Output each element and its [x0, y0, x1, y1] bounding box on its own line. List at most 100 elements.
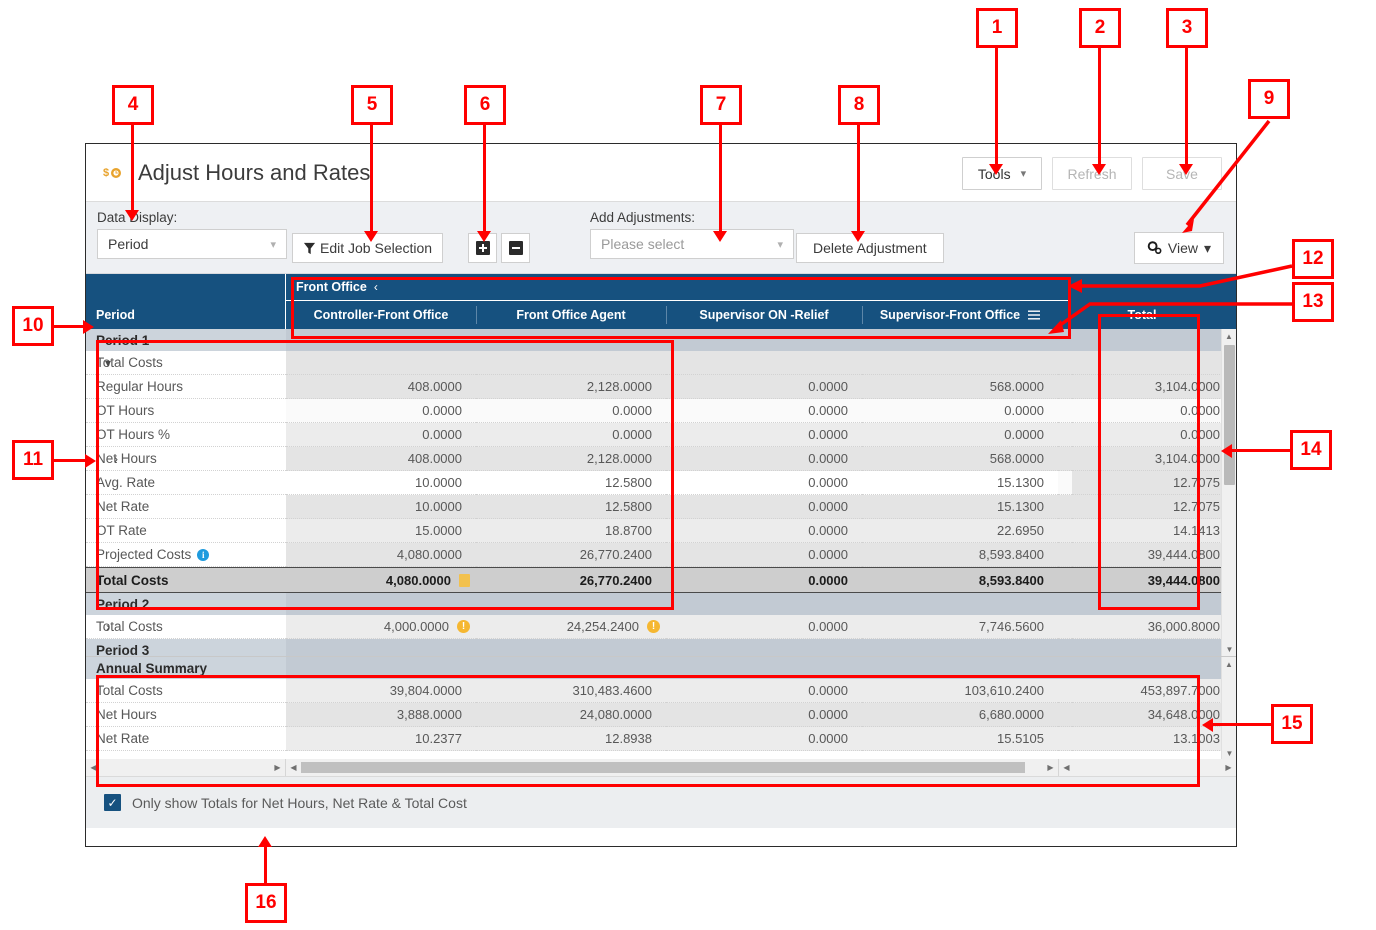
row-label: Net Hours	[96, 451, 157, 466]
section-blank-cell	[666, 329, 862, 351]
cell-value: 0.0000	[476, 399, 666, 423]
table-row[interactable]: Regular Hours 408.0000 2,128.0000 0.0000…	[86, 375, 1236, 399]
cell-value: 568.0000	[862, 375, 1058, 399]
cell-value: 22.6950	[862, 519, 1058, 543]
column-header-front-office-agent[interactable]: Front Office Agent	[476, 301, 666, 329]
scroll-right-icon[interactable]: ▶	[270, 763, 285, 772]
section-header-row[interactable]: Period 2	[86, 593, 1236, 615]
section-spacer-cell	[1058, 639, 1072, 656]
table-row[interactable]: Net Rate 10.2377 12.8938 0.0000 15.5105 …	[86, 727, 1236, 751]
cell-value: 24,254.2400 !	[476, 615, 666, 639]
column-header-supervisor-on-relief[interactable]: Supervisor ON -Relief	[666, 301, 862, 329]
edit-job-selection-label: Edit Job Selection	[320, 240, 433, 256]
table-row[interactable]: › Total Costs 4,000.0000 ! 24,254.2400 !…	[86, 615, 1236, 639]
summary-vertical-scrollbar[interactable]: ▲ ▼	[1221, 657, 1236, 759]
cell-value: 6,680.0000	[862, 703, 1058, 727]
scroll-right-icon[interactable]: ▶	[1221, 763, 1236, 772]
cell-value: 36,000.8000	[1072, 615, 1234, 639]
hscroll-left-pane[interactable]: ◀ ▶	[86, 759, 286, 776]
warning-icon[interactable]: !	[457, 620, 470, 633]
cell-spacer	[1058, 615, 1072, 639]
callout-2: 2	[1079, 8, 1121, 48]
cell-value: 0.0000	[286, 399, 476, 423]
callout-11-line	[54, 459, 87, 462]
cell-value	[476, 351, 666, 375]
scroll-down-icon[interactable]: ▼	[1222, 642, 1236, 656]
grid-vertical-scrollbar[interactable]: ▲ ▼	[1221, 329, 1236, 656]
scroll-left-icon[interactable]: ◀	[86, 763, 101, 772]
callout-3: 3	[1166, 8, 1208, 48]
chevron-right-icon[interactable]: ›	[110, 452, 122, 466]
section-spacer-cell	[1058, 593, 1072, 615]
column-header-supervisor-front-office[interactable]: Supervisor-Front Office	[862, 301, 1058, 329]
callout-14-arrowhead	[1221, 444, 1232, 458]
add-adjustments-placeholder: Please select	[601, 236, 685, 252]
section-blank-cell	[476, 329, 666, 351]
chevron-down-icon[interactable]: ▾	[102, 356, 114, 370]
delete-adjustment-button[interactable]: Delete Adjustment	[796, 233, 944, 263]
scroll-up-icon[interactable]: ▲	[1222, 657, 1236, 671]
section-label: Period 2	[86, 593, 286, 615]
hscroll-right-pane[interactable]: ◀ ▶	[1059, 759, 1236, 776]
table-row-total[interactable]: Total Costs 4,080.0000 26,770.2400 0.000…	[86, 567, 1236, 593]
cell-value: 8,593.8400	[862, 543, 1058, 567]
delete-adjustment-label: Delete Adjustment	[813, 240, 927, 256]
hscroll-center-pane[interactable]: ◀ ▶	[286, 759, 1059, 776]
cell-spacer	[1058, 727, 1072, 751]
annual-summary-pane: Annual Summary Total Costs 39,804.0000 3…	[86, 656, 1236, 759]
add-adjustments-select[interactable]: Please select ▾	[590, 229, 794, 259]
scroll-down-icon[interactable]: ▼	[1222, 746, 1236, 759]
row-label-cell: Net Rate	[86, 727, 286, 751]
column-header-controller-front-office[interactable]: Controller-Front Office	[286, 301, 476, 329]
table-row[interactable]: OT Hours % 0.0000 0.0000 0.0000 0.0000 0…	[86, 423, 1236, 447]
warning-icon[interactable]: !	[647, 620, 660, 633]
cell-value: 0.0000	[1072, 399, 1234, 423]
scroll-right-icon[interactable]: ▶	[1043, 763, 1058, 772]
row-label-cell: Net Hours	[86, 703, 286, 727]
section-blank-cell	[286, 639, 476, 656]
table-row[interactable]: Net Hours 3,888.0000 24,080.0000 0.0000 …	[86, 703, 1236, 727]
cell-value: 3,104.0000	[1072, 375, 1234, 399]
section-blank-cell	[1072, 639, 1234, 656]
chevron-right-icon[interactable]: ›	[102, 620, 114, 634]
table-row[interactable]: ▾ Total Costs	[86, 351, 1236, 375]
data-grid: Front Office ‹ Period Controller-Front O…	[86, 274, 1236, 776]
cell-value: 14.1413	[1072, 519, 1234, 543]
table-row[interactable]: Projected Costs i 4,080.0000 26,770.2400…	[86, 543, 1236, 567]
table-row[interactable]: › Net Hours 408.0000 2,128.0000 0.0000 5…	[86, 447, 1236, 471]
cell-value: 103,610.2400	[862, 679, 1058, 703]
column-header-period[interactable]: Period	[86, 301, 286, 329]
table-row[interactable]: OT Hours 0.0000 0.0000 0.0000 0.0000 0.0…	[86, 399, 1236, 423]
hscroll-track[interactable]	[1074, 759, 1221, 776]
summary-blank-cell	[666, 657, 862, 679]
chevron-left-icon[interactable]: ‹	[374, 280, 378, 294]
section-header-row[interactable]: Period 3	[86, 639, 1236, 656]
delete-adjustment-group: Delete Adjustment	[796, 233, 944, 263]
table-row[interactable]: Avg. Rate 10.0000 12.5800 0.0000 15.1300…	[86, 471, 1236, 495]
row-label: Projected Costs	[96, 547, 192, 562]
cell-value: 0.0000	[666, 543, 862, 567]
summary-header-row[interactable]: Annual Summary	[86, 657, 1236, 679]
table-row[interactable]: Total Costs 39,804.0000 310,483.4600 0.0…	[86, 679, 1236, 703]
summary-blank-cell	[476, 657, 666, 679]
remove-job-button[interactable]	[501, 233, 530, 263]
callout-10: 10	[12, 306, 54, 346]
scroll-left-icon[interactable]: ◀	[286, 763, 301, 772]
hscroll-track[interactable]	[301, 759, 1043, 776]
table-row[interactable]: Net Rate 10.0000 12.5800 0.0000 15.1300 …	[86, 495, 1236, 519]
cell-spacer	[1058, 567, 1072, 593]
data-display-select[interactable]: Period ▾	[97, 229, 287, 259]
scroll-left-icon[interactable]: ◀	[1059, 763, 1074, 772]
info-icon[interactable]: i	[197, 548, 210, 561]
hscroll-track[interactable]	[101, 759, 270, 776]
cell-value: 0.0000	[862, 399, 1058, 423]
only-show-totals-label: Only show Totals for Net Hours, Net Rate…	[132, 794, 467, 811]
scrollbar-thumb[interactable]	[301, 762, 1025, 773]
only-show-totals-checkbox[interactable]: ✓	[104, 794, 121, 811]
callout-9-line	[1182, 119, 1271, 233]
scrollbar-thumb[interactable]	[1224, 345, 1235, 485]
grid-horizontal-scrollbars[interactable]: ◀ ▶ ◀ ▶ ◀ ▶	[86, 759, 1236, 776]
group-header-front-office[interactable]: Front Office ‹	[286, 274, 1071, 301]
row-label: OT Rate	[96, 523, 147, 538]
table-row[interactable]: OT Rate 15.0000 18.8700 0.0000 22.6950 1…	[86, 519, 1236, 543]
